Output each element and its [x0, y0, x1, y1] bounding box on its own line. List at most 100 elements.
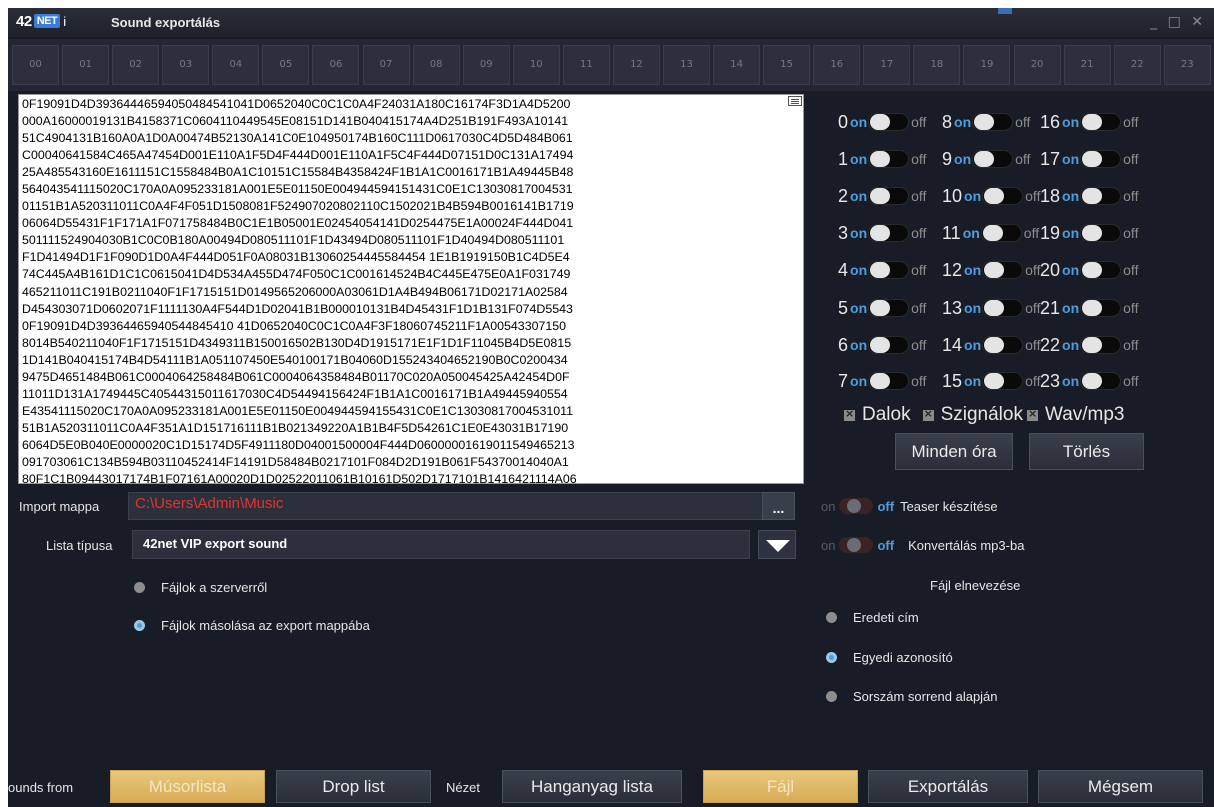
hour-tab-13[interactable]: 13	[663, 45, 710, 85]
minden-ora-button[interactable]: Minden óra	[895, 433, 1013, 470]
hour-toggle-19[interactable]: 19 on off	[1040, 218, 1138, 248]
drop-list-button[interactable]: Drop list	[276, 770, 431, 803]
radio-dot[interactable]	[826, 691, 837, 702]
hour-tab-05[interactable]: 05	[262, 45, 310, 85]
radio-dot[interactable]	[826, 612, 837, 623]
hour-toggle-4[interactable]: 4 on off	[838, 255, 926, 285]
hour-toggle-1[interactable]: 1 on off	[838, 144, 926, 174]
hour-tab-10[interactable]: 10	[512, 45, 560, 85]
toggle-switch[interactable]	[1080, 224, 1122, 242]
toggle-switch[interactable]	[982, 336, 1024, 354]
cancel-button[interactable]: Mégsem	[1038, 770, 1203, 803]
hour-tab-01[interactable]: 01	[62, 45, 110, 85]
hour-tab-09[interactable]: 09	[462, 45, 510, 85]
hour-toggle-20[interactable]: 20 on off	[1040, 255, 1138, 285]
hour-tab-18[interactable]: 18	[913, 45, 961, 85]
toggle-switch[interactable]	[868, 113, 910, 131]
toggle-switch[interactable]	[868, 261, 910, 279]
radio-from-server[interactable]: Fájlok a szerverről	[134, 580, 267, 595]
hour-tab-08[interactable]: 08	[412, 45, 460, 85]
torles-button[interactable]: Törlés	[1029, 433, 1144, 470]
radio-dot-selected[interactable]	[134, 620, 145, 631]
window-controls[interactable]: _ □ ✕	[1150, 14, 1206, 30]
toggle-switch[interactable]	[1080, 187, 1122, 205]
export-button[interactable]: Exportálás	[868, 770, 1028, 803]
toggle-switch[interactable]	[972, 150, 1014, 168]
convert-toggle[interactable]: on off Konvertálás mp3-ba	[821, 537, 1024, 553]
fajl-button[interactable]: Fájl	[703, 770, 858, 803]
import-folder-input[interactable]: C:\Users\Admin\Music	[128, 492, 763, 520]
hour-tab-14[interactable]: 14	[713, 45, 761, 85]
toggle-switch[interactable]	[982, 299, 1024, 317]
radio-dot-selected[interactable]	[826, 652, 837, 663]
toggle-switch[interactable]	[868, 336, 910, 354]
hour-toggle-13[interactable]: 13 on off	[942, 293, 1040, 323]
toggle-switch[interactable]	[982, 372, 1024, 390]
hour-toggle-3[interactable]: 3 on off	[838, 218, 926, 248]
hour-tab-00[interactable]: 00	[12, 45, 59, 85]
toggle-switch[interactable]	[982, 187, 1024, 205]
hour-toggle-10[interactable]: 10 on off	[942, 181, 1040, 211]
toggle-switch[interactable]	[868, 187, 910, 205]
hour-tab-07[interactable]: 07	[362, 45, 410, 85]
teaser-toggle[interactable]: on off Teaser készítése	[821, 498, 998, 514]
convert-switch[interactable]	[839, 537, 874, 553]
teaser-switch[interactable]	[839, 498, 874, 514]
hour-tab-17[interactable]: 17	[863, 45, 911, 85]
toggle-switch[interactable]	[1080, 336, 1122, 354]
hour-tab-15[interactable]: 15	[763, 45, 811, 85]
szignalok-checkbox[interactable]	[922, 407, 934, 421]
hour-toggle-23[interactable]: 23 on off	[1040, 366, 1138, 396]
hour-toggle-17[interactable]: 17 on off	[1040, 144, 1138, 174]
toggle-switch[interactable]	[982, 261, 1024, 279]
list-type-select[interactable]: 42net VIP export sound	[132, 530, 750, 559]
hour-toggle-18[interactable]: 18 on off	[1040, 181, 1138, 211]
toggle-switch[interactable]	[868, 299, 910, 317]
hour-toggle-22[interactable]: 22 on off	[1040, 330, 1138, 360]
radio-unique-id[interactable]: Egyedi azonosító	[826, 650, 953, 665]
toggle-switch[interactable]	[1080, 113, 1122, 131]
radio-order-number[interactable]: Sorszám sorrend alapján	[826, 689, 998, 704]
hex-data-textarea[interactable]: 0F19091D4D39364446594050484541041D065204…	[18, 94, 804, 484]
hour-tab-21[interactable]: 21	[1063, 45, 1111, 85]
toggle-switch[interactable]	[1080, 372, 1122, 390]
hour-tab-22[interactable]: 22	[1113, 45, 1161, 85]
toggle-switch[interactable]	[868, 150, 910, 168]
toggle-switch[interactable]	[1080, 150, 1122, 168]
hour-toggle-0[interactable]: 0 on off	[838, 107, 926, 137]
toggle-switch[interactable]	[980, 224, 1022, 242]
hour-tab-11[interactable]: 11	[562, 45, 610, 85]
toggle-switch[interactable]	[868, 372, 910, 390]
hour-tab-03[interactable]: 03	[162, 45, 210, 85]
musorlista-button[interactable]: Músorlista	[110, 770, 265, 803]
chevron-down-icon[interactable]	[758, 530, 796, 559]
toggle-switch[interactable]	[972, 113, 1014, 131]
window-grip-icon[interactable]	[998, 8, 1012, 14]
hour-toggle-6[interactable]: 6 on off	[838, 330, 926, 360]
hour-toggle-2[interactable]: 2 on off	[838, 181, 926, 211]
hour-tab-23[interactable]: 23	[1163, 45, 1211, 85]
hour-toggle-9[interactable]: 9 on off	[942, 144, 1030, 174]
hour-toggle-7[interactable]: 7 on off	[838, 366, 926, 396]
hour-toggle-16[interactable]: 16 on off	[1040, 107, 1138, 137]
hanganyag-lista-button[interactable]: Hanganyag lista	[502, 770, 682, 803]
hour-tab-19[interactable]: 19	[963, 45, 1011, 85]
radio-dot[interactable]	[134, 582, 145, 593]
hour-tab-12[interactable]: 12	[612, 45, 660, 85]
hour-toggle-11[interactable]: 11 on off	[942, 218, 1039, 248]
hour-toggle-15[interactable]: 15 on off	[942, 366, 1040, 396]
hour-toggle-5[interactable]: 5 on off	[838, 293, 926, 323]
hour-tab-04[interactable]: 04	[212, 45, 260, 85]
scrollbar-grip-icon[interactable]	[788, 96, 802, 106]
toggle-switch[interactable]	[1080, 261, 1122, 279]
hour-tab-02[interactable]: 02	[112, 45, 160, 85]
hour-toggle-12[interactable]: 12 on off	[942, 255, 1040, 285]
hour-toggle-8[interactable]: 8 on off	[942, 107, 1030, 137]
hour-tab-06[interactable]: 06	[312, 45, 360, 85]
dalok-checkbox[interactable]	[844, 407, 855, 421]
toggle-switch[interactable]	[868, 224, 910, 242]
radio-original-title[interactable]: Eredeti cím	[826, 610, 919, 625]
browse-button[interactable]: ...	[762, 492, 795, 520]
hour-tab-20[interactable]: 20	[1013, 45, 1061, 85]
hour-toggle-21[interactable]: 21 on off	[1040, 293, 1138, 323]
